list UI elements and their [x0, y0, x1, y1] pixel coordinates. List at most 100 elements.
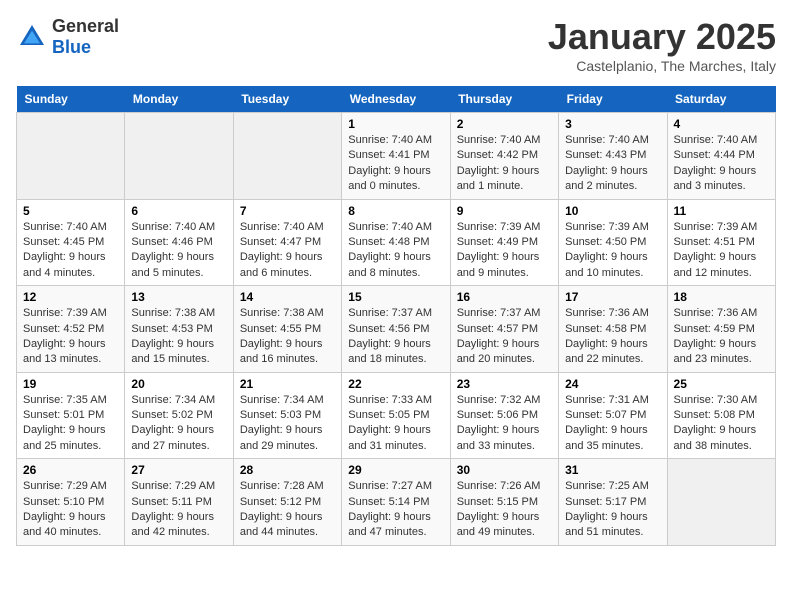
logo-icon — [16, 21, 48, 53]
calendar-cell: 16 Sunrise: 7:37 AMSunset: 4:57 PMDayligh… — [450, 286, 558, 373]
day-info: Sunrise: 7:39 AMSunset: 4:50 PMDaylight:… — [565, 220, 660, 282]
header-day-sunday: Sunday — [17, 86, 125, 113]
day-number: 19 — [23, 377, 118, 391]
header-day-friday: Friday — [559, 86, 667, 113]
day-number: 27 — [131, 463, 226, 477]
calendar-cell: 2Sunrise: 7:40 AMSunset: 4:42 PMDaylight… — [450, 113, 558, 200]
day-number: 31 — [565, 463, 660, 477]
calendar-cell: 18 Sunrise: 7:36 AMSunset: 4:59 PMDayligh… — [667, 286, 775, 373]
day-number: 9 — [457, 204, 552, 218]
calendar-cell: 26 Sunrise: 7:29 AMSunset: 5:10 PMDayligh… — [17, 459, 125, 546]
header-day-wednesday: Wednesday — [342, 86, 450, 113]
day-number: 28 — [240, 463, 335, 477]
day-number: 13 — [131, 290, 226, 304]
calendar-cell: 6 Sunrise: 7:40 AMSunset: 4:46 PMDaylight… — [125, 199, 233, 286]
day-number: 24 — [565, 377, 660, 391]
day-info: Sunrise: 7:40 AMSunset: 4:41 PMDaylight:… — [348, 133, 443, 195]
day-info: Sunrise: 7:37 AMSunset: 4:57 PMDaylight:… — [457, 306, 552, 368]
calendar-cell: 14 Sunrise: 7:38 AMSunset: 4:55 PMDayligh… — [233, 286, 341, 373]
day-info: Sunrise: 7:38 AMSunset: 4:55 PMDaylight:… — [240, 306, 335, 368]
day-info: Sunrise: 7:32 AMSunset: 5:06 PMDaylight:… — [457, 393, 552, 455]
day-info: Sunrise: 7:36 AMSunset: 4:59 PMDaylight:… — [674, 306, 769, 368]
day-number: 15 — [348, 290, 443, 304]
day-number: 16 — [457, 290, 552, 304]
day-number: 8 — [348, 204, 443, 218]
day-info: Sunrise: 7:40 AMSunset: 4:43 PMDaylight:… — [565, 133, 660, 195]
calendar-cell: 27 Sunrise: 7:29 AMSunset: 5:11 PMDayligh… — [125, 459, 233, 546]
calendar-cell: 10 Sunrise: 7:39 AMSunset: 4:50 PMDayligh… — [559, 199, 667, 286]
calendar-cell — [667, 459, 775, 546]
calendar-subtitle: Castelplanio, The Marches, Italy — [548, 58, 776, 74]
week-row-1: 1 Sunrise: 7:40 AMSunset: 4:41 PMDaylight… — [17, 113, 776, 200]
calendar-cell: 30 Sunrise: 7:26 AMSunset: 5:15 PMDayligh… — [450, 459, 558, 546]
day-info: Sunrise: 7:40 AMSunset: 4:44 PMDaylight:… — [674, 133, 769, 195]
calendar-title: January 2025 — [548, 16, 776, 58]
day-number: 7 — [240, 204, 335, 218]
calendar-cell: 5Sunrise: 7:40 AMSunset: 4:45 PMDaylight… — [17, 199, 125, 286]
day-info: Sunrise: 7:39 AMSunset: 4:52 PMDaylight:… — [23, 306, 118, 368]
day-number: 12 — [23, 290, 118, 304]
day-info: Sunrise: 7:40 AMSunset: 4:47 PMDaylight:… — [240, 220, 335, 282]
calendar-cell — [125, 113, 233, 200]
day-info: Sunrise: 7:31 AMSunset: 5:07 PMDaylight:… — [565, 393, 660, 455]
day-number: 4 — [674, 117, 769, 131]
calendar-cell: 22 Sunrise: 7:33 AMSunset: 5:05 PMDayligh… — [342, 372, 450, 459]
day-info: Sunrise: 7:40 AMSunset: 4:48 PMDaylight:… — [348, 220, 443, 282]
logo-blue: Blue — [52, 37, 91, 57]
day-number: 23 — [457, 377, 552, 391]
calendar-cell: 9Sunrise: 7:39 AMSunset: 4:49 PMDaylight… — [450, 199, 558, 286]
calendar-cell: 25 Sunrise: 7:30 AMSunset: 5:08 PMDayligh… — [667, 372, 775, 459]
calendar-cell: 8 Sunrise: 7:40 AMSunset: 4:48 PMDaylight… — [342, 199, 450, 286]
day-number: 25 — [674, 377, 769, 391]
day-info: Sunrise: 7:40 AMSunset: 4:42 PMDaylight:… — [457, 133, 552, 195]
calendar-cell: 23 Sunrise: 7:32 AMSunset: 5:06 PMDayligh… — [450, 372, 558, 459]
calendar-cell: 24 Sunrise: 7:31 AMSunset: 5:07 PMDayligh… — [559, 372, 667, 459]
calendar-cell: 28 Sunrise: 7:28 AMSunset: 5:12 PMDayligh… — [233, 459, 341, 546]
header-day-saturday: Saturday — [667, 86, 775, 113]
title-area: January 2025 Castelplanio, The Marches, … — [548, 16, 776, 74]
day-info: Sunrise: 7:27 AMSunset: 5:14 PMDaylight:… — [348, 479, 443, 541]
day-info: Sunrise: 7:38 AMSunset: 4:53 PMDaylight:… — [131, 306, 226, 368]
week-row-4: 19 Sunrise: 7:35 AMSunset: 5:01 PMDayligh… — [17, 372, 776, 459]
calendar-cell: 17Sunrise: 7:36 AMSunset: 4:58 PMDayligh… — [559, 286, 667, 373]
calendar-cell — [17, 113, 125, 200]
day-number: 14 — [240, 290, 335, 304]
day-number: 29 — [348, 463, 443, 477]
day-info: Sunrise: 7:33 AMSunset: 5:05 PMDaylight:… — [348, 393, 443, 455]
day-number: 22 — [348, 377, 443, 391]
day-info: Sunrise: 7:30 AMSunset: 5:08 PMDaylight:… — [674, 393, 769, 455]
calendar-cell: 1 Sunrise: 7:40 AMSunset: 4:41 PMDaylight… — [342, 113, 450, 200]
calendar-cell: 31Sunrise: 7:25 AMSunset: 5:17 PMDayligh… — [559, 459, 667, 546]
day-number: 10 — [565, 204, 660, 218]
calendar-cell: 15 Sunrise: 7:37 AMSunset: 4:56 PMDayligh… — [342, 286, 450, 373]
header: General Blue January 2025 Castelplanio, … — [16, 16, 776, 74]
header-day-tuesday: Tuesday — [233, 86, 341, 113]
day-number: 20 — [131, 377, 226, 391]
day-info: Sunrise: 7:29 AMSunset: 5:10 PMDaylight:… — [23, 479, 118, 541]
day-info: Sunrise: 7:39 AMSunset: 4:51 PMDaylight:… — [674, 220, 769, 282]
day-number: 1 — [348, 117, 443, 131]
logo-general: General — [52, 16, 119, 36]
calendar-cell: 21 Sunrise: 7:34 AMSunset: 5:03 PMDayligh… — [233, 372, 341, 459]
day-info: Sunrise: 7:40 AMSunset: 4:46 PMDaylight:… — [131, 220, 226, 282]
calendar-cell: 13 Sunrise: 7:38 AMSunset: 4:53 PMDayligh… — [125, 286, 233, 373]
day-info: Sunrise: 7:40 AMSunset: 4:45 PMDaylight:… — [23, 220, 118, 282]
week-row-5: 26 Sunrise: 7:29 AMSunset: 5:10 PMDayligh… — [17, 459, 776, 546]
day-info: Sunrise: 7:28 AMSunset: 5:12 PMDaylight:… — [240, 479, 335, 541]
day-number: 3 — [565, 117, 660, 131]
day-info: Sunrise: 7:34 AMSunset: 5:03 PMDaylight:… — [240, 393, 335, 455]
calendar-cell: 12 Sunrise: 7:39 AMSunset: 4:52 PMDayligh… — [17, 286, 125, 373]
day-number: 18 — [674, 290, 769, 304]
day-info: Sunrise: 7:26 AMSunset: 5:15 PMDaylight:… — [457, 479, 552, 541]
logo: General Blue — [16, 16, 119, 58]
day-number: 21 — [240, 377, 335, 391]
calendar-cell: 4 Sunrise: 7:40 AMSunset: 4:44 PMDaylight… — [667, 113, 775, 200]
day-info: Sunrise: 7:29 AMSunset: 5:11 PMDaylight:… — [131, 479, 226, 541]
day-number: 30 — [457, 463, 552, 477]
header-row: SundayMondayTuesdayWednesdayThursdayFrid… — [17, 86, 776, 113]
day-number: 26 — [23, 463, 118, 477]
day-number: 6 — [131, 204, 226, 218]
day-info: Sunrise: 7:37 AMSunset: 4:56 PMDaylight:… — [348, 306, 443, 368]
day-info: Sunrise: 7:35 AMSunset: 5:01 PMDaylight:… — [23, 393, 118, 455]
week-row-3: 12 Sunrise: 7:39 AMSunset: 4:52 PMDayligh… — [17, 286, 776, 373]
